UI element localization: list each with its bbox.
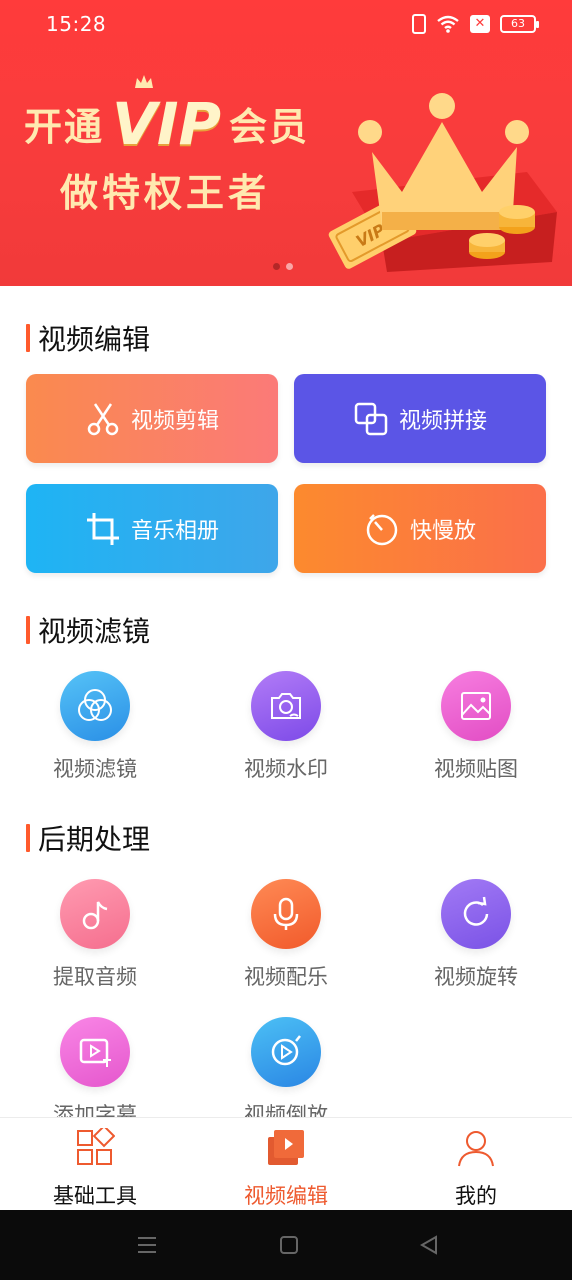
video-music-label: 视频配乐 [244, 965, 328, 989]
wifi-icon [437, 15, 459, 33]
menu-icon[interactable] [136, 1234, 158, 1256]
promo-suffix: 会员 [229, 105, 310, 149]
overlap-squares-icon [354, 402, 388, 435]
tab-basic-tools-label: 基础工具 [53, 1184, 137, 1208]
section-title-text: 视频编辑 [38, 323, 151, 356]
music-album-button[interactable]: 音乐相册 [26, 484, 278, 573]
extract-audio-tile[interactable]: 提取音频 [25, 879, 165, 991]
tab-video-edit-label: 视频编辑 [244, 1184, 328, 1208]
battery-icon: 63 [500, 15, 539, 33]
section-title-text: 视频滤镜 [38, 615, 151, 648]
status-icons: ✕ 63 [412, 14, 539, 34]
video-filter-label: 视频滤镜 [53, 757, 137, 781]
scissors-icon [87, 402, 119, 435]
video-watermark-label: 视频水印 [244, 757, 328, 781]
reverse-play-icon [251, 1017, 321, 1087]
promo-line-1: 开通 VIP 会员 [24, 90, 310, 158]
tab-video-edit[interactable]: 视频编辑 [216, 1126, 356, 1210]
user-icon [454, 1126, 498, 1170]
vip-banner[interactable]: 15:28 ✕ 63 开通 VIP 会员 做特权王者 VIP [0, 0, 572, 286]
bottom-tab-bar: 基础工具 视频编辑 我的 [0, 1117, 572, 1210]
system-nav-bar [0, 1210, 572, 1280]
image-icon [441, 671, 511, 741]
vibrate-icon [412, 14, 426, 34]
tab-profile-label: 我的 [455, 1184, 497, 1208]
microphone-icon [251, 879, 321, 949]
section-title-text: 后期处理 [38, 823, 151, 856]
speed-control-label: 快慢放 [409, 518, 476, 544]
pager-dot-1[interactable] [273, 263, 280, 270]
pager-dot-2[interactable] [286, 263, 293, 270]
filter-circles-icon [60, 671, 130, 741]
section-accent-bar [26, 616, 30, 644]
section-title-post: 后期处理 [26, 818, 150, 858]
promo-prefix: 开通 [24, 105, 105, 149]
add-subtitle-label: 添加字幕 [53, 1103, 137, 1119]
video-music-tile[interactable]: 视频配乐 [216, 879, 356, 991]
section-accent-bar [26, 824, 30, 852]
banner-pager [273, 263, 293, 270]
promo-vip: VIP [112, 90, 221, 158]
speed-control-button[interactable]: 快慢放 [294, 484, 546, 573]
no-sim-icon: ✕ [470, 15, 490, 33]
grid-tools-icon [73, 1126, 117, 1170]
video-filter-tile[interactable]: 视频滤镜 [25, 671, 165, 783]
add-subtitle-tile[interactable]: 添加字幕 [25, 1017, 165, 1119]
video-reverse-label: 视频倒放 [244, 1103, 328, 1119]
promo-line-2: 做特权王者 [60, 171, 271, 215]
video-rotate-tile[interactable]: 视频旋转 [406, 879, 546, 991]
section-title-filter: 视频滤镜 [26, 610, 150, 650]
timer-icon [366, 513, 398, 545]
video-watermark-tile[interactable]: 视频水印 [216, 671, 356, 783]
music-note-icon [60, 879, 130, 949]
section-title-edit: 视频编辑 [26, 318, 150, 358]
back-icon[interactable] [418, 1234, 440, 1256]
status-bar: 15:28 ✕ 63 [0, 0, 572, 50]
extract-audio-label: 提取音频 [53, 965, 137, 989]
rotate-icon [441, 879, 511, 949]
tab-basic-tools[interactable]: 基础工具 [25, 1126, 165, 1210]
video-sticker-label: 视频贴图 [434, 757, 518, 781]
video-edit-icon [264, 1126, 308, 1170]
video-rotate-label: 视频旋转 [434, 965, 518, 989]
crown-illustration: VIP [328, 93, 557, 272]
mini-crown-icon [135, 75, 153, 88]
video-join-button[interactable]: 视频拼接 [294, 374, 546, 463]
video-reverse-tile[interactable]: 视频倒放 [216, 1017, 356, 1119]
video-cut-label: 视频剪辑 [130, 408, 219, 434]
video-cut-button[interactable]: 视频剪辑 [26, 374, 278, 463]
section-accent-bar [26, 324, 30, 352]
video-join-label: 视频拼接 [398, 408, 487, 434]
music-album-label: 音乐相册 [130, 518, 219, 544]
crop-icon [86, 512, 119, 545]
video-sticker-tile[interactable]: 视频贴图 [406, 671, 546, 783]
status-time: 15:28 [46, 12, 107, 36]
tab-profile[interactable]: 我的 [406, 1126, 546, 1210]
home-icon[interactable] [278, 1234, 300, 1256]
subtitle-icon [60, 1017, 130, 1087]
camera-watermark-icon [251, 671, 321, 741]
